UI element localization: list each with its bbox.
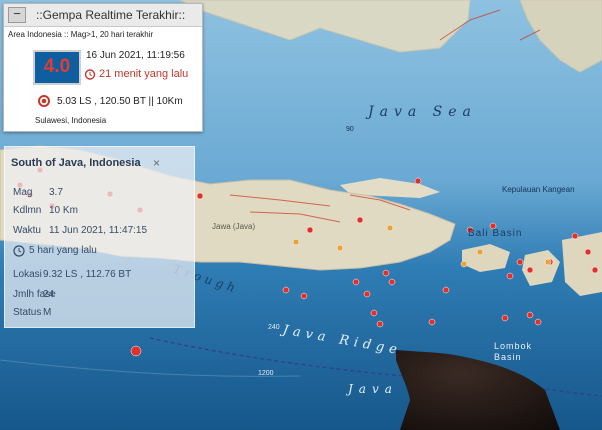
clock-icon [13,245,25,257]
quake-marker[interactable] [300,292,308,300]
quake-marker[interactable] [370,309,378,317]
quake-marker[interactable] [442,286,450,294]
magnitude-box: 4.0 [33,50,81,85]
quake-info-popup: South of Java, Indonesia × Mag 3.7 Kdlmn… [4,146,195,328]
quake-marker[interactable] [571,232,579,240]
collapse-button[interactable]: − [8,7,26,23]
popup-label-status: Status [13,307,42,318]
popup-value-location: 9.32 LS , 112.76 BT [43,269,132,280]
quake-marker[interactable] [306,226,314,234]
popup-value-time: 11 Jun 2021, 11:47:15 [49,225,148,236]
quake-marker[interactable] [534,318,542,326]
label-depth-1200: 1200 [258,370,274,377]
label-java-sea: Java Sea [368,104,477,120]
label-lombok-basin: Lombok Basin [494,341,533,362]
quake-marker[interactable] [196,192,204,200]
quake-marker[interactable] [501,314,509,322]
quake-datetime: 16 Jun 2021, 11:19:56 [86,50,185,61]
label-bali-basin: Bali Basin [468,228,523,239]
epicenter-target-icon [38,95,50,107]
popup-value-status: M [43,307,52,318]
quake-marker[interactable] [386,224,394,232]
magnitude-value: 4.0 [43,56,71,77]
label-kepulauan-kangean: Kepulauan Kangean [502,185,575,194]
quake-marker[interactable] [292,238,300,246]
realtime-panel-title: ::Gempa Realtime Terakhir:: [36,8,186,22]
quake-marker[interactable] [336,244,344,252]
time-ago-text: 21 menit yang lalu [99,68,189,80]
quake-marker[interactable] [388,278,396,286]
quake-marker[interactable] [376,320,384,328]
label-depth-240: 240 [268,324,280,331]
quake-marker[interactable] [584,248,592,256]
quake-marker[interactable] [591,266,599,274]
realtime-quake-panel: − ::Gempa Realtime Terakhir:: Area Indon… [3,3,203,132]
quake-marker[interactable] [476,248,484,256]
popup-value-mag: 3.7 [49,187,63,198]
area-filter-text: Area Indonesia :: Mag>1, 20 hari terakhi… [8,30,154,39]
quake-marker[interactable] [130,345,142,357]
quake-marker[interactable] [282,286,290,294]
quake-marker[interactable] [352,278,360,286]
quake-marker[interactable] [526,266,534,274]
quake-marker[interactable] [414,177,422,185]
quake-marker[interactable] [460,260,468,268]
quake-marker[interactable] [544,258,552,266]
popup-label-location: Lokasi [13,269,42,280]
quake-marker[interactable] [428,318,436,326]
popup-value-depth: 10 Km [49,205,78,216]
quake-marker[interactable] [506,272,514,280]
quake-marker[interactable] [526,311,534,319]
quake-marker[interactable] [382,269,390,277]
popup-label-depth: Kdlmn [13,205,42,216]
alarm-clock-icon [84,69,96,80]
quake-location: Sulawesi, Indonesia [35,116,107,125]
realtime-panel-header: − ::Gempa Realtime Terakhir:: [4,4,202,27]
quake-marker[interactable] [363,290,371,298]
quake-marker[interactable] [516,258,524,266]
close-icon[interactable]: × [153,156,160,170]
popup-label-mag: Mag [13,187,33,198]
label-java-island: Jawa (Java) [212,222,256,231]
popup-time-ago: 5 hari yang lalu [29,245,97,256]
label-depth-90: 90 [346,126,354,133]
popup-title: South of Java, Indonesia [11,157,141,169]
popup-label-time: Waktu [13,225,41,236]
popup-value-phases: 24 [43,289,55,300]
quake-coordinates: 5.03 LS , 120.50 BT || 10Km [57,96,183,107]
quake-marker[interactable] [356,216,364,224]
label-java-trench: Java [348,382,398,396]
